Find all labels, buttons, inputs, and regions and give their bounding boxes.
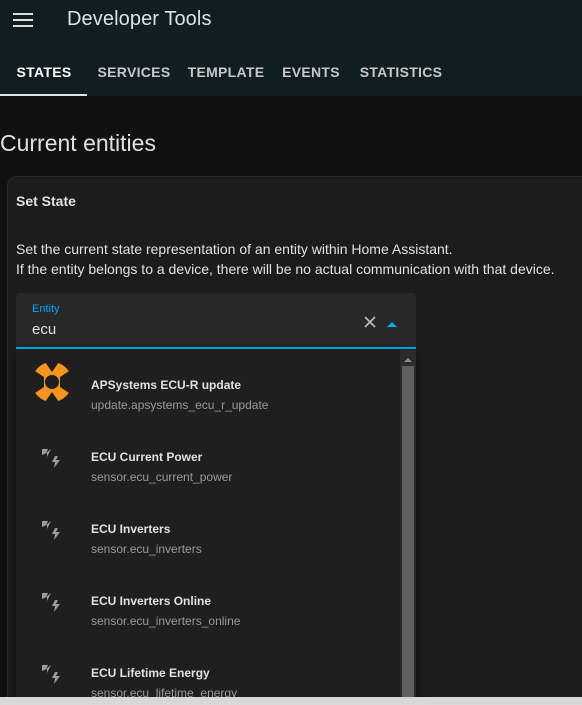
list-item[interactable]: APSystems ECU-R update update.apsystems_… xyxy=(16,350,400,422)
description-line: If the entity belongs to a device, there… xyxy=(16,261,555,277)
option-name: ECU Inverters xyxy=(91,522,171,536)
list-item[interactable]: ECU Inverters sensor.ecu_inverters xyxy=(16,494,400,566)
entity-options-list: APSystems ECU-R update update.apsystems_… xyxy=(16,350,416,705)
card-description: Set the current state representation of … xyxy=(16,239,555,279)
flash-icon xyxy=(40,590,64,614)
close-icon[interactable] xyxy=(362,314,378,330)
tab-template[interactable]: TEMPLATE xyxy=(181,48,271,96)
tab-bar: STATES SERVICES TEMPLATE EVENTS STATISTI… xyxy=(0,48,451,96)
option-name: APSystems ECU-R update xyxy=(91,378,242,392)
tab-label: TEMPLATE xyxy=(187,64,265,80)
flash-icon xyxy=(40,518,64,542)
list-item[interactable]: ECU Lifetime Energy sensor.ecu_lifetime_… xyxy=(16,638,400,705)
option-entity-id: sensor.ecu_inverters_online xyxy=(91,614,241,628)
tab-states[interactable]: STATES xyxy=(0,48,87,96)
flash-icon xyxy=(40,446,64,470)
scroll-up-arrow-icon[interactable] xyxy=(403,352,413,362)
card-title: Set State xyxy=(16,193,76,209)
option-name: ECU Lifetime Energy xyxy=(91,666,210,680)
entity-picker[interactable]: Entity xyxy=(16,293,416,349)
app-header: Developer Tools STATES SERVICES TEMPLATE… xyxy=(0,0,582,96)
list-scrollbar[interactable] xyxy=(400,350,416,705)
tab-label: EVENTS xyxy=(282,64,340,80)
tab-label: STATISTICS xyxy=(359,64,443,80)
tab-events[interactable]: EVENTS xyxy=(271,48,351,96)
tab-services[interactable]: SERVICES xyxy=(87,48,181,96)
entity-search-input[interactable] xyxy=(32,319,352,339)
app-title: Developer Tools xyxy=(67,8,212,30)
tab-label: STATES xyxy=(16,64,72,80)
option-entity-id: sensor.ecu_inverters xyxy=(91,542,202,556)
option-entity-id: sensor.ecu_current_power xyxy=(91,470,233,484)
hamburger-menu-icon[interactable] xyxy=(11,10,35,30)
list-item[interactable]: ECU Current Power sensor.ecu_current_pow… xyxy=(16,422,400,494)
list-item[interactable]: ECU Inverters Online sensor.ecu_inverter… xyxy=(16,566,400,638)
page-title: Current entities xyxy=(0,130,156,156)
flash-icon xyxy=(40,662,64,686)
caret-up-icon[interactable] xyxy=(386,317,398,327)
option-name: ECU Current Power xyxy=(91,450,203,464)
apsystems-logo-icon xyxy=(30,360,74,404)
entity-field-label: Entity xyxy=(32,303,60,315)
tab-label: SERVICES xyxy=(97,64,171,80)
description-line: Set the current state representation of … xyxy=(16,241,453,257)
option-name: ECU Inverters Online xyxy=(91,594,212,608)
tab-statistics[interactable]: STATISTICS xyxy=(351,48,451,96)
scrollbar-thumb[interactable] xyxy=(402,366,414,705)
page-horizontal-scrollbar[interactable] xyxy=(0,697,582,705)
option-entity-id: update.apsystems_ecu_r_update xyxy=(91,398,269,412)
